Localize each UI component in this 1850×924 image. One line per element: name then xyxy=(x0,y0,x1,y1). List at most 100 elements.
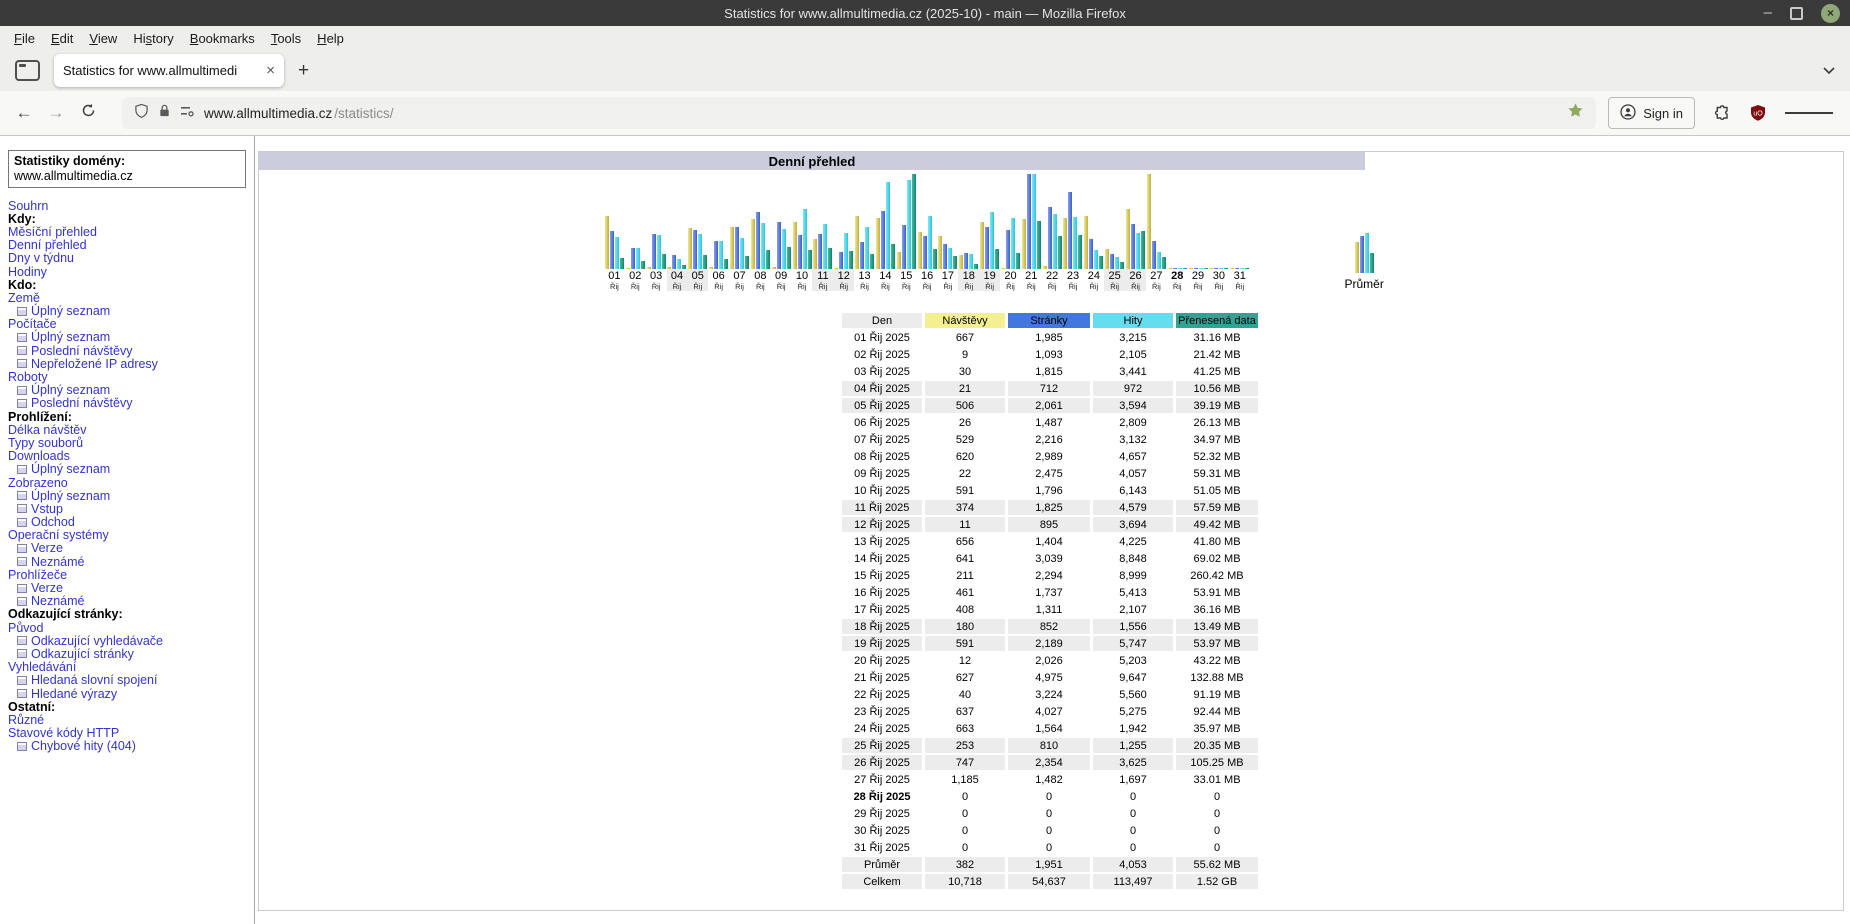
window-title: Statistics for www.allmultimedia.cz (202… xyxy=(0,6,1850,21)
sidebar-link[interactable]: Prohlížeče xyxy=(8,568,67,582)
lock-icon[interactable] xyxy=(158,103,171,123)
sidebar-item[interactable]: Neznámé xyxy=(8,555,254,568)
sidebar-item[interactable]: Typy souborů xyxy=(8,436,254,449)
sidebar-item[interactable]: Roboty xyxy=(8,370,254,383)
sidebar-item[interactable]: Neznámé xyxy=(8,595,254,608)
menu-tools[interactable]: Tools xyxy=(263,29,309,48)
sidebar-link[interactable]: Vyhledávání xyxy=(8,660,76,674)
minimize-button[interactable]: – xyxy=(1764,8,1772,18)
sidebar-link[interactable]: Měsíční přehled xyxy=(8,225,97,239)
sidebar-item[interactable]: Prohlížeče xyxy=(8,568,254,581)
sidebar-item[interactable]: Denní přehled xyxy=(8,239,254,252)
sidebar-link[interactable]: Typy souborů xyxy=(8,436,83,450)
sidebar-link[interactable]: Poslední návštěvy xyxy=(31,396,132,410)
sidebar-link[interactable]: Operační systémy xyxy=(8,528,109,542)
active-tab[interactable]: Statistics for www.allmultimedi × xyxy=(54,54,284,87)
extensions-puzzle-icon[interactable] xyxy=(1714,105,1731,122)
sidebar-link[interactable]: Hledané výrazy xyxy=(31,687,117,701)
sidebar-link[interactable]: Země xyxy=(8,291,40,305)
sidebar-item[interactable]: Zobrazeno xyxy=(8,476,254,489)
sidebar-link[interactable]: Úplný seznam xyxy=(31,304,110,318)
sidebar-item[interactable]: Úplný seznam xyxy=(8,331,254,344)
sidebar-link[interactable]: Hodiny xyxy=(8,265,47,279)
sidebar-link[interactable]: Roboty xyxy=(8,370,48,384)
sidebar-link[interactable]: Verze xyxy=(31,541,63,555)
sidebar-item[interactable]: Poslední návštěvy xyxy=(8,397,254,410)
sidebar-item[interactable]: Hledané výrazy xyxy=(8,687,254,700)
reload-button[interactable] xyxy=(72,103,104,123)
sidebar-link[interactable]: Poslední návštěvy xyxy=(31,344,132,358)
sidebar-item[interactable]: Downloads xyxy=(8,450,254,463)
menu-help[interactable]: Help xyxy=(309,29,352,48)
sidebar-link[interactable]: Souhrn xyxy=(8,199,48,213)
sidebar-link[interactable]: Denní přehled xyxy=(8,238,87,252)
forward-button[interactable]: → xyxy=(40,103,72,123)
sidebar-link[interactable]: Verze xyxy=(31,581,63,595)
close-button[interactable]: × xyxy=(1821,4,1840,23)
sidebar-item[interactable]: Dny v týdnu xyxy=(8,252,254,265)
sidebar-link[interactable]: Zobrazeno xyxy=(8,476,68,490)
firefox-view-icon[interactable] xyxy=(15,60,40,81)
sidebar-link[interactable]: Vstup xyxy=(31,502,63,516)
sidebar-item[interactable]: Vstup xyxy=(8,502,254,515)
sidebar-item[interactable]: Původ xyxy=(8,621,254,634)
sidebar-item[interactable]: Úplný seznam xyxy=(8,463,254,476)
sidebar-item[interactable]: Počítače xyxy=(8,318,254,331)
sidebar-link[interactable]: Neznámé xyxy=(31,594,85,608)
sidebar-link[interactable]: Hledaná slovní spojení xyxy=(31,673,157,687)
sidebar-item[interactable]: Hledaná slovní spojení xyxy=(8,674,254,687)
sidebar-item[interactable]: Úplný seznam xyxy=(8,489,254,502)
sidebar-item[interactable]: Úplný seznam xyxy=(8,384,254,397)
sidebar-link[interactable]: Odkazující stránky xyxy=(31,647,134,661)
sidebar-link[interactable]: Úplný seznam xyxy=(31,330,110,344)
sidebar-link[interactable]: Délka návštěv xyxy=(8,423,87,437)
sidebar-item[interactable]: Úplný seznam xyxy=(8,305,254,318)
sidebar-link[interactable]: Různé xyxy=(8,713,44,727)
tab-close-icon[interactable]: × xyxy=(266,62,275,79)
menu-bookmarks[interactable]: Bookmarks xyxy=(182,29,263,48)
sidebar-link[interactable]: Chybové hity (404) xyxy=(31,739,136,753)
sidebar-link[interactable]: Neznámé xyxy=(31,555,85,569)
sidebar-link[interactable]: Úplný seznam xyxy=(31,383,110,397)
list-tabs-chevron-icon[interactable] xyxy=(1822,62,1836,80)
sidebar-item[interactable]: Verze xyxy=(8,581,254,594)
sidebar-item[interactable]: Odchod xyxy=(8,516,254,529)
sidebar-item[interactable]: Odkazující vyhledávače xyxy=(8,634,254,647)
menu-history[interactable]: History xyxy=(125,29,181,48)
sidebar-link[interactable]: Úplný seznam xyxy=(31,489,110,503)
sidebar-link[interactable]: Dny v týdnu xyxy=(8,251,74,265)
sidebar-item[interactable]: Souhrn xyxy=(8,199,254,212)
menu-file[interactable]: File xyxy=(6,29,43,48)
restore-button[interactable] xyxy=(1790,7,1803,20)
sign-in-button[interactable]: Sign in xyxy=(1608,97,1695,129)
permissions-icon[interactable] xyxy=(180,104,195,122)
sidebar-link[interactable]: Původ xyxy=(8,621,43,635)
sidebar-item[interactable]: Různé xyxy=(8,713,254,726)
sidebar-item[interactable]: Poslední návštěvy xyxy=(8,344,254,357)
app-menu-icon[interactable] xyxy=(1785,109,1833,117)
sidebar-link[interactable]: Úplný seznam xyxy=(31,462,110,476)
sidebar-item[interactable]: Nepřeložené IP adresy xyxy=(8,357,254,370)
sidebar-link[interactable]: Odchod xyxy=(31,515,75,529)
tracking-shield-icon[interactable] xyxy=(134,103,149,124)
sidebar-link[interactable]: Stavové kódy HTTP xyxy=(8,726,119,740)
menu-edit[interactable]: Edit xyxy=(43,29,81,48)
ublock-origin-icon[interactable]: uO xyxy=(1749,104,1767,122)
sidebar-item[interactable]: Operační systémy xyxy=(8,529,254,542)
menu-view[interactable]: View xyxy=(81,29,125,48)
sidebar-item[interactable]: Měsíční přehled xyxy=(8,225,254,238)
sidebar-item[interactable]: Vyhledávání xyxy=(8,661,254,674)
sidebar-item[interactable]: Verze xyxy=(8,542,254,555)
sidebar-item[interactable]: Chybové hity (404) xyxy=(8,740,254,753)
sidebar-item[interactable]: Hodiny xyxy=(8,265,254,278)
back-button[interactable]: ← xyxy=(8,103,40,123)
sidebar-item[interactable]: Odkazující stránky xyxy=(8,647,254,660)
bookmark-star-icon[interactable] xyxy=(1567,102,1584,124)
new-tab-button[interactable]: + xyxy=(298,60,309,82)
url-bar[interactable]: www.allmultimedia.cz/statistics/ xyxy=(122,97,1596,129)
sidebar-link[interactable]: Odkazující vyhledávače xyxy=(31,634,163,648)
sidebar-item[interactable]: Stavové kódy HTTP xyxy=(8,727,254,740)
sidebar-item[interactable]: Délka návštěv xyxy=(8,423,254,436)
sidebar-link[interactable]: Nepřeložené IP adresy xyxy=(31,357,158,371)
sidebar-item[interactable]: Země xyxy=(8,291,254,304)
